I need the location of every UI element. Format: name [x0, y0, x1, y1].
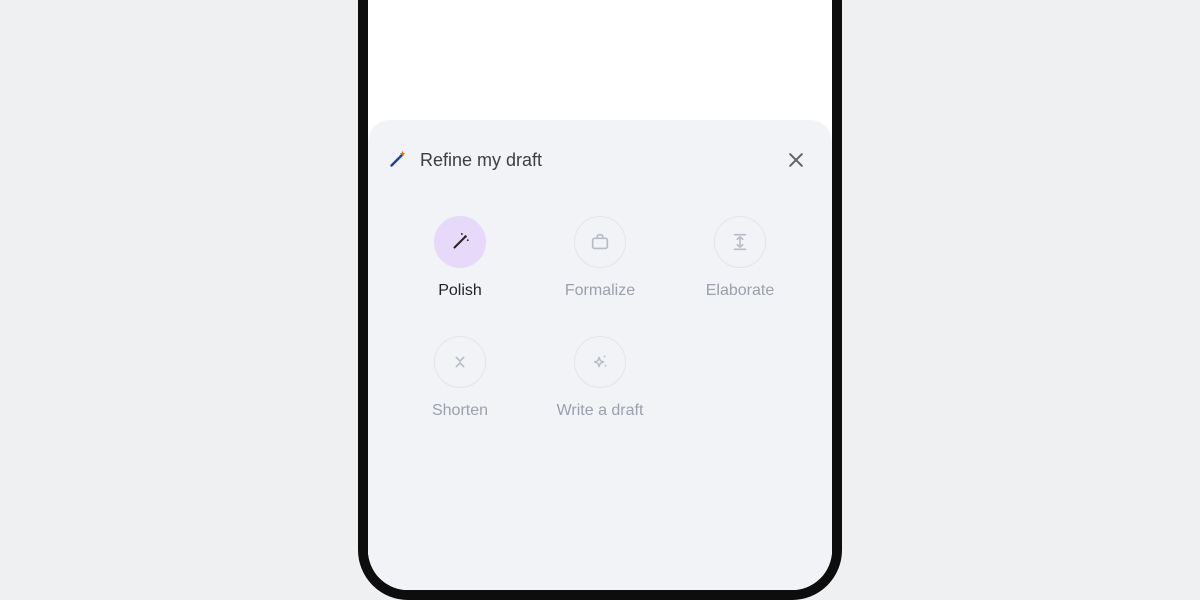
wand-icon — [449, 231, 471, 253]
option-label: Elaborate — [706, 282, 775, 300]
close-icon — [786, 150, 806, 170]
option-label: Polish — [438, 282, 482, 300]
option-label: Formalize — [565, 282, 635, 300]
option-shorten-circle — [434, 336, 486, 388]
option-write-circle — [574, 336, 626, 388]
device-frame: Refine my draft — [358, 0, 842, 600]
option-elaborate[interactable]: Elaborate — [670, 216, 810, 300]
close-button[interactable] — [778, 142, 814, 178]
options-grid: Polish Formalize — [386, 182, 814, 420]
option-polish-circle — [434, 216, 486, 268]
stage: Refine my draft — [0, 0, 1200, 600]
expand-vertical-icon — [729, 231, 751, 253]
option-write-draft[interactable]: Write a draft — [530, 336, 670, 420]
option-shorten[interactable]: Shorten — [390, 336, 530, 420]
option-polish[interactable]: Polish — [390, 216, 530, 300]
device-screen: Refine my draft — [368, 0, 832, 590]
wand-icon — [386, 149, 408, 171]
option-label: Write a draft — [557, 402, 644, 420]
briefcase-icon — [589, 231, 611, 253]
option-elaborate-circle — [714, 216, 766, 268]
collapse-vertical-icon — [449, 351, 471, 373]
option-formalize-circle — [574, 216, 626, 268]
sparkle-icon — [589, 351, 611, 373]
option-label: Shorten — [432, 402, 488, 420]
sheet-header: Refine my draft — [386, 138, 814, 182]
refine-sheet: Refine my draft — [368, 120, 832, 590]
sheet-title: Refine my draft — [420, 149, 766, 171]
option-formalize[interactable]: Formalize — [530, 216, 670, 300]
